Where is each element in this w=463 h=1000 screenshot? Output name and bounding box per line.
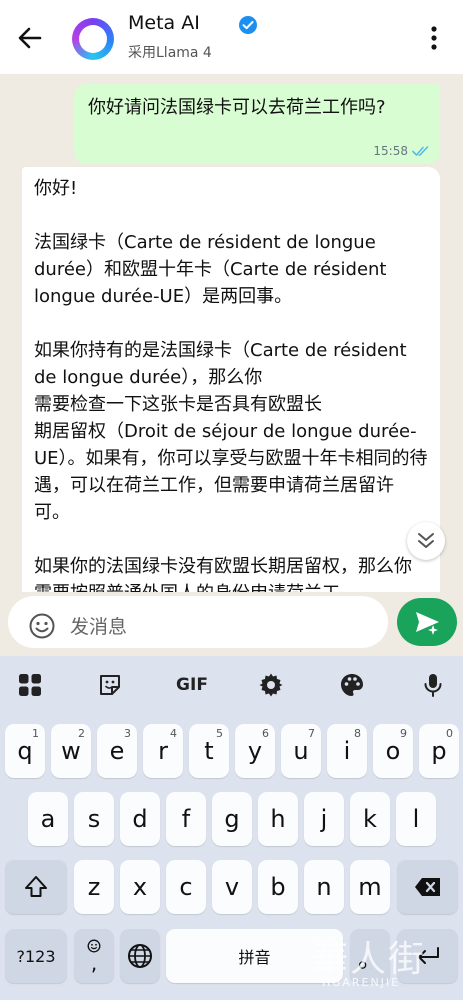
- emoji-icon[interactable]: [28, 612, 56, 640]
- message-time: 15:58: [373, 144, 408, 158]
- message-paragraph: 如果你的法国绿卡没有欧盟长期居留权，那么你需要按照普通外国人的身份申请荷兰工: [34, 556, 412, 592]
- chat-subtitle: 采用Llama 4: [128, 45, 212, 61]
- key-g[interactable]: g: [212, 792, 252, 846]
- key-a[interactable]: a: [28, 792, 68, 846]
- watermark-subtext: HUARENJIE: [322, 976, 401, 989]
- palette-icon[interactable]: [337, 670, 367, 700]
- scroll-to-bottom-button[interactable]: [407, 522, 445, 560]
- key-n[interactable]: n: [304, 860, 344, 914]
- key-q[interactable]: q1: [5, 724, 45, 778]
- key-j[interactable]: j: [304, 792, 344, 846]
- gear-icon[interactable]: [256, 670, 286, 700]
- key-u[interactable]: u7: [281, 724, 321, 778]
- key-i[interactable]: i8: [327, 724, 367, 778]
- back-arrow-icon[interactable]: [14, 22, 46, 54]
- globe-icon: [128, 944, 152, 968]
- shift-icon: [25, 876, 47, 897]
- message-input[interactable]: 发消息: [8, 596, 388, 648]
- message-paragraph: 你好!: [34, 178, 78, 199]
- key-m[interactable]: m: [350, 860, 390, 914]
- language-key[interactable]: [120, 929, 160, 983]
- send-sparkle-icon: [416, 612, 439, 635]
- key-k[interactable]: k: [350, 792, 390, 846]
- key-d[interactable]: d: [120, 792, 160, 846]
- verified-badge-icon: [239, 16, 257, 34]
- emoji-comma-key[interactable]: ,: [74, 929, 114, 983]
- chat-header: Meta AI 采用Llama 4: [0, 0, 463, 74]
- key-c[interactable]: c: [166, 860, 206, 914]
- key-t[interactable]: t5: [189, 724, 229, 778]
- key-p[interactable]: p0: [419, 724, 459, 778]
- key-s[interactable]: s: [74, 792, 114, 846]
- key-w[interactable]: w2: [51, 724, 91, 778]
- incoming-message[interactable]: 你好! 法国绿卡（Carte de résident de longue dur…: [22, 167, 440, 592]
- chat-area[interactable]: 你好请问法国绿卡可以去荷兰工作吗? 15:58 你好! 法国绿卡（Carte d…: [0, 74, 463, 592]
- key-r[interactable]: r4: [143, 724, 183, 778]
- key-f[interactable]: f: [166, 792, 206, 846]
- backspace-key[interactable]: [397, 860, 458, 914]
- read-ticks-icon: [412, 146, 429, 156]
- key-e[interactable]: e3: [97, 724, 137, 778]
- message-paragraph: 法国绿卡（Carte de résident de longue durée）和…: [34, 232, 387, 307]
- shift-key[interactable]: [5, 860, 67, 914]
- apps-grid-icon[interactable]: [15, 670, 45, 700]
- outgoing-message[interactable]: 你好请问法国绿卡可以去荷兰工作吗? 15:58: [74, 84, 440, 164]
- key-h[interactable]: h: [258, 792, 298, 846]
- gif-button[interactable]: GIF: [175, 670, 209, 700]
- key-x[interactable]: x: [120, 860, 160, 914]
- key-l[interactable]: l: [396, 792, 436, 846]
- more-options-icon[interactable]: [424, 24, 444, 52]
- key-o[interactable]: o9: [373, 724, 413, 778]
- watermark-logo: 華人街: [312, 939, 427, 980]
- microphone-icon[interactable]: [418, 670, 448, 700]
- keyboard-toolbar: GIF: [0, 656, 463, 714]
- send-button[interactable]: [397, 598, 457, 646]
- key-y[interactable]: y6: [235, 724, 275, 778]
- key-v[interactable]: v: [212, 860, 252, 914]
- input-placeholder: 发消息: [70, 616, 128, 638]
- chat-title[interactable]: Meta AI: [128, 12, 200, 34]
- key-b[interactable]: b: [258, 860, 298, 914]
- key-z[interactable]: z: [74, 860, 114, 914]
- outgoing-message-text: 你好请问法国绿卡可以去荷兰工作吗?: [88, 97, 386, 118]
- meta-ai-avatar[interactable]: [72, 18, 114, 60]
- message-input-bar: 发消息: [0, 592, 463, 654]
- message-paragraph: 如果你持有的是法国绿卡（Carte de résident de longue …: [34, 340, 428, 523]
- backspace-icon: [414, 878, 440, 896]
- comma-label: ,: [90, 951, 98, 975]
- sticker-icon[interactable]: [95, 670, 125, 700]
- double-chevron-down-icon: [418, 533, 434, 548]
- symbols-key[interactable]: ?123: [5, 929, 67, 983]
